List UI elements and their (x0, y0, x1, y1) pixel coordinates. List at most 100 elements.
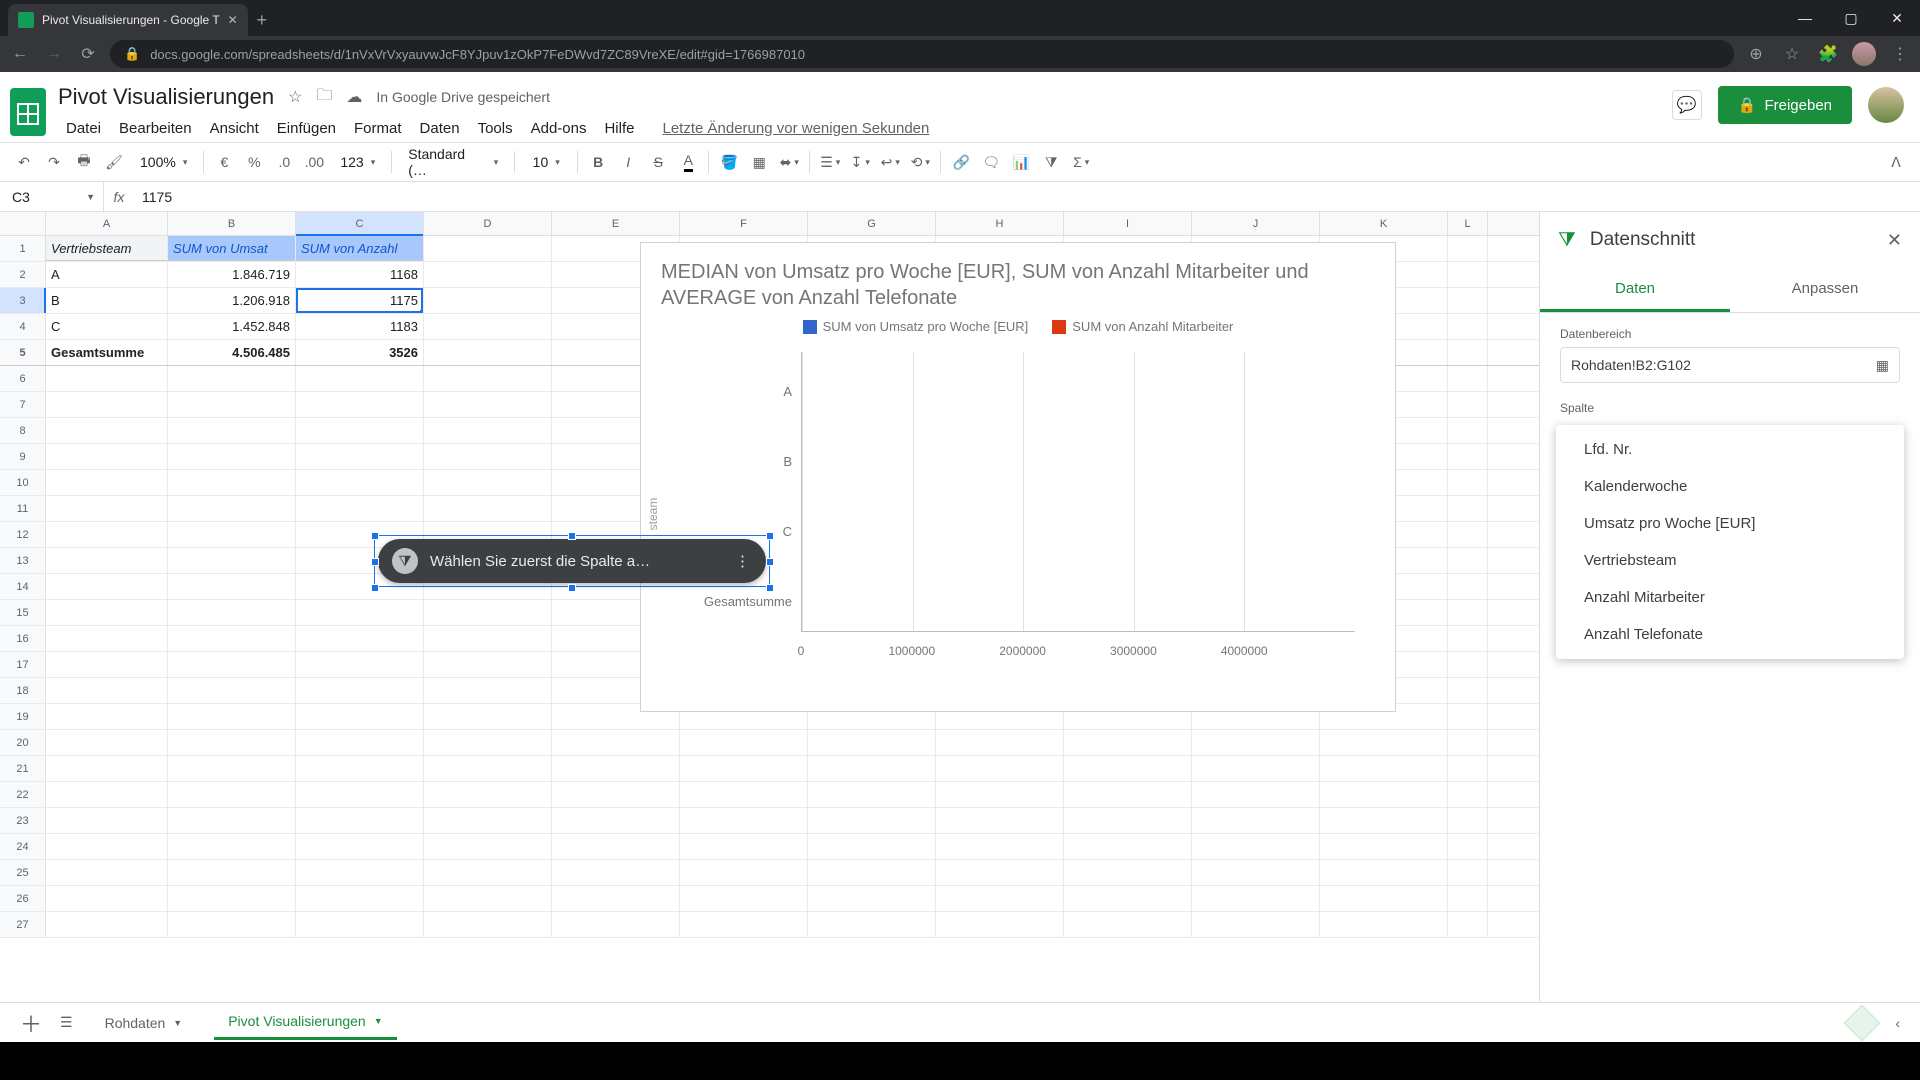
cell[interactable] (424, 470, 552, 495)
cell[interactable] (424, 366, 552, 391)
cell[interactable]: 4.506.485 (168, 340, 296, 365)
cell[interactable] (936, 808, 1064, 833)
cell[interactable] (46, 496, 168, 521)
cell[interactable] (296, 600, 424, 625)
cell[interactable] (1448, 444, 1488, 469)
last-edit-link[interactable]: Letzte Änderung vor wenigen Sekunden (654, 116, 937, 141)
row-header[interactable]: 4 (0, 314, 46, 339)
browser-menu-icon[interactable]: ⋮ (1888, 44, 1912, 64)
formula-bar[interactable]: 1175 (134, 189, 172, 205)
cell[interactable] (1448, 548, 1488, 573)
cell[interactable] (168, 366, 296, 391)
cell[interactable] (46, 626, 168, 651)
cell[interactable] (424, 418, 552, 443)
cell[interactable] (296, 678, 424, 703)
account-avatar[interactable] (1868, 87, 1904, 123)
column-header[interactable]: L (1448, 212, 1488, 235)
cell[interactable] (168, 756, 296, 781)
cell[interactable] (1064, 912, 1192, 937)
side-panel-toggle-icon[interactable]: ‹ (1895, 1015, 1900, 1031)
column-header[interactable]: F (680, 212, 808, 235)
cell[interactable] (424, 730, 552, 755)
row-header[interactable]: 24 (0, 834, 46, 859)
cell[interactable] (296, 730, 424, 755)
cell[interactable] (46, 886, 168, 911)
cell[interactable] (424, 782, 552, 807)
window-maximize-icon[interactable]: ▢ (1828, 0, 1874, 36)
cell[interactable] (808, 808, 936, 833)
cell[interactable] (168, 678, 296, 703)
cell[interactable] (424, 314, 552, 339)
cell[interactable] (424, 340, 552, 365)
cell[interactable] (1448, 418, 1488, 443)
cell[interactable] (808, 834, 936, 859)
cell[interactable] (1448, 626, 1488, 651)
cell[interactable] (168, 418, 296, 443)
dropdown-option[interactable]: Lfd. Nr. (1556, 431, 1904, 468)
cell[interactable] (1320, 912, 1448, 937)
h-align-icon[interactable]: ☰ (816, 148, 844, 176)
cell[interactable] (46, 756, 168, 781)
select-range-icon[interactable]: ▦ (1876, 357, 1889, 374)
cell[interactable] (46, 730, 168, 755)
cell[interactable] (1448, 470, 1488, 495)
font-size-select[interactable]: 10 (521, 148, 571, 176)
cell[interactable] (1192, 730, 1320, 755)
bold-icon[interactable]: B (584, 148, 612, 176)
decrease-decimal-icon[interactable]: .0 (270, 148, 298, 176)
cell[interactable] (1448, 366, 1488, 391)
cell[interactable] (1448, 496, 1488, 521)
cell[interactable] (680, 886, 808, 911)
cell[interactable] (46, 470, 168, 495)
cell[interactable] (296, 886, 424, 911)
cell[interactable] (168, 470, 296, 495)
cell[interactable] (424, 652, 552, 677)
window-close-icon[interactable]: ✕ (1874, 0, 1920, 36)
comment-insert-icon[interactable]: 🗨 (977, 148, 1005, 176)
cell[interactable] (1448, 262, 1488, 287)
cell[interactable] (808, 730, 936, 755)
cell[interactable] (46, 418, 168, 443)
cell[interactable] (424, 236, 552, 261)
row-header[interactable]: 26 (0, 886, 46, 911)
window-minimize-icon[interactable]: — (1782, 0, 1828, 36)
sidebar-tab-customize[interactable]: Anpassen (1730, 268, 1920, 312)
row-header[interactable]: 10 (0, 470, 46, 495)
cell[interactable] (424, 834, 552, 859)
cell[interactable] (680, 860, 808, 885)
cell[interactable] (1448, 600, 1488, 625)
cell[interactable]: 1.206.918 (168, 288, 296, 313)
cell[interactable] (1448, 808, 1488, 833)
sidebar-tab-data[interactable]: Daten (1540, 268, 1730, 312)
cell[interactable] (680, 912, 808, 937)
cell[interactable] (1064, 756, 1192, 781)
cell[interactable] (168, 730, 296, 755)
row-header[interactable]: 13 (0, 548, 46, 573)
cell[interactable] (552, 730, 680, 755)
chart-insert-icon[interactable]: 📊 (1007, 148, 1035, 176)
cell[interactable] (1064, 834, 1192, 859)
cell[interactable] (1320, 756, 1448, 781)
cell[interactable] (168, 912, 296, 937)
cell[interactable] (46, 366, 168, 391)
cell[interactable] (168, 496, 296, 521)
cell[interactable]: Gesamtsumme (46, 340, 168, 365)
row-header[interactable]: 20 (0, 730, 46, 755)
address-bar[interactable]: 🔒 docs.google.com/spreadsheets/d/1nVxVrV… (110, 40, 1734, 68)
cell[interactable] (1448, 522, 1488, 547)
slicer-object[interactable]: ⧩ Wählen Sie zuerst die Spalte a… ⋮ (378, 539, 766, 583)
cell[interactable] (46, 860, 168, 885)
cell[interactable] (680, 730, 808, 755)
cell[interactable] (1064, 730, 1192, 755)
cell[interactable] (46, 444, 168, 469)
cell[interactable] (168, 782, 296, 807)
menu-tools[interactable]: Tools (470, 116, 521, 141)
resize-handle[interactable] (371, 532, 379, 540)
cell[interactable] (424, 678, 552, 703)
resize-handle[interactable] (371, 558, 379, 566)
filter-funnel-icon[interactable]: ⧩ (392, 548, 418, 574)
new-tab-button[interactable]: + (248, 4, 276, 36)
row-header[interactable]: 8 (0, 418, 46, 443)
column-header[interactable]: K (1320, 212, 1448, 235)
cell[interactable] (1448, 678, 1488, 703)
